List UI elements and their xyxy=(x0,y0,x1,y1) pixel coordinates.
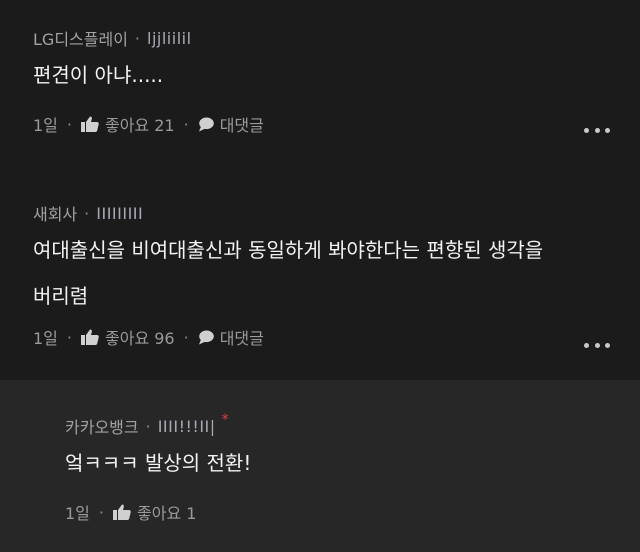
author-nickname: IIIIIIIII xyxy=(96,203,144,223)
comment-line: 엌ㅋㅋㅋ 발상의 전환! xyxy=(65,451,252,475)
separator-dot: · xyxy=(98,502,104,522)
more-options-icon[interactable] xyxy=(584,126,610,134)
comment-1: LG디스플레이 · ljjliilil 편견이 아냐..... 1일 · 좋아요… xyxy=(0,0,640,165)
like-count-label: 좋아요 21 xyxy=(105,116,175,135)
like-button[interactable]: 좋아요 96 xyxy=(81,325,175,349)
reply-comment: 카카오뱅크 · IIII!!!II| * 엌ㅋㅋㅋ 발상의 전환! 1일 · 좋… xyxy=(0,380,640,552)
comment-line: 버리렴 xyxy=(33,284,89,308)
separator-dot: · xyxy=(84,203,90,223)
author-nickname: IIII!!!II| xyxy=(157,416,216,436)
comment-meta: 새회사 · IIIIIIIII xyxy=(33,201,143,225)
separator-dot: · xyxy=(66,327,72,347)
reply-button[interactable]: 대댓글 xyxy=(198,112,264,136)
comment-line: 여대출신을 비여대출신과 동일하게 봐야한다는 편향된 생각을 xyxy=(33,238,544,262)
comment-text: 편견이 아냐..... xyxy=(33,52,163,98)
author-nickname: ljjliilil xyxy=(147,28,192,48)
like-button[interactable]: 좋아요 21 xyxy=(81,112,175,136)
like-count-label: 좋아요 1 xyxy=(137,504,197,523)
author-badge: * xyxy=(221,412,229,428)
comment-text: 여대출신을 비여대출신과 동일하게 봐야한다는 편향된 생각을 버리렴 xyxy=(33,227,543,319)
like-button[interactable]: 좋아요 1 xyxy=(113,500,196,524)
comment-time: 1일 xyxy=(33,116,58,135)
thumbs-up-icon xyxy=(113,504,131,520)
comment-actions: 1일 · 좋아요 96 · 대댓글 xyxy=(33,325,264,349)
separator-dot: · xyxy=(145,416,151,436)
reply-button[interactable]: 대댓글 xyxy=(198,325,264,349)
comment-2: 새회사 · IIIIIIIII 여대출신을 비여대출신과 동일하게 봐야한다는 … xyxy=(0,165,640,380)
separator-dot: · xyxy=(183,114,189,134)
author-name[interactable]: 새회사 xyxy=(33,201,77,225)
speech-bubble-icon xyxy=(198,330,214,344)
comment-actions: 1일 · 좋아요 1 xyxy=(65,500,196,524)
reply-label: 대댓글 xyxy=(219,116,264,135)
thumbs-up-icon xyxy=(81,116,99,132)
comment-actions: 1일 · 좋아요 21 · 대댓글 xyxy=(33,112,264,136)
comment-text: 엌ㅋㅋㅋ 발상의 전환! xyxy=(65,440,251,486)
author-name[interactable]: 카카오뱅크 xyxy=(65,414,139,438)
comment-meta: LG디스플레이 · ljjliilil xyxy=(33,26,192,50)
comment-line: 편견이 아냐..... xyxy=(33,63,164,87)
comment-time: 1일 xyxy=(65,504,90,523)
separator-dot: · xyxy=(134,28,141,48)
thumbs-up-icon xyxy=(81,329,99,345)
comment-meta: 카카오뱅크 · IIII!!!II| * xyxy=(65,412,229,438)
separator-dot: · xyxy=(183,327,189,347)
like-count-label: 좋아요 96 xyxy=(105,329,175,348)
reply-label: 대댓글 xyxy=(219,329,264,348)
speech-bubble-icon xyxy=(198,117,214,131)
more-options-icon[interactable] xyxy=(584,341,610,349)
comment-time: 1일 xyxy=(33,329,58,348)
author-name[interactable]: LG디스플레이 xyxy=(33,26,128,50)
separator-dot: · xyxy=(66,114,72,134)
